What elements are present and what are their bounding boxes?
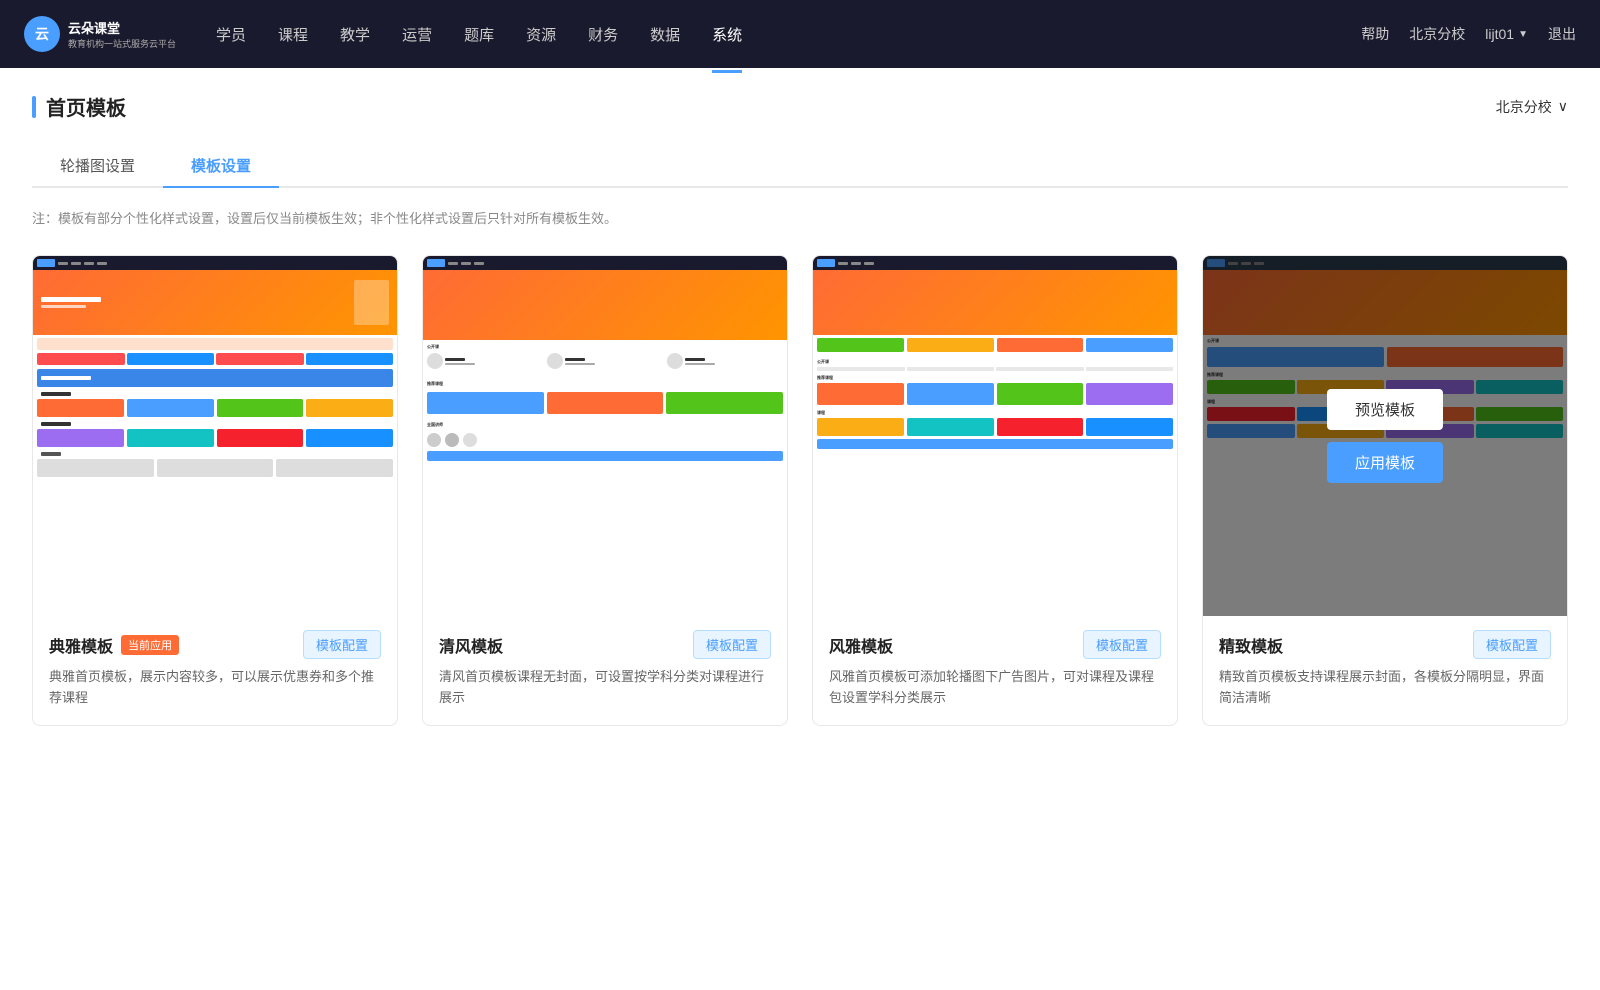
template-desc-2: 清风首页模板课程无封面，可设置按学科分类对课程进行展示	[439, 667, 771, 709]
navbar: 云 云朵课堂 教育机构一站式服务云平台 学员 课程 教学 运营 题库 资源 财务…	[0, 0, 1600, 68]
page-content: 首页模板 北京分校 ∨ 轮播图设置 模板设置 注：模板有部分个性化样式设置，设置…	[0, 68, 1600, 990]
nav-item-system[interactable]: 系统	[712, 20, 742, 49]
user-button[interactable]: lijt01 ▼	[1485, 26, 1528, 42]
template-info-4: 精致模板 模板配置 精致首页模板支持课程展示封面，各模板分隔明显，界面简洁清晰	[1203, 616, 1567, 725]
template-name-row-1: 典雅模板 当前应用 模板配置	[49, 630, 381, 659]
help-link[interactable]: 帮助	[1361, 24, 1389, 44]
template-name-row-4: 精致模板 模板配置	[1219, 630, 1551, 659]
tabs-container: 轮播图设置 模板设置	[32, 145, 1568, 188]
template-name-row-2: 清风模板 模板配置	[439, 630, 771, 659]
nav-item-students[interactable]: 学员	[216, 20, 246, 49]
branch-link[interactable]: 北京分校	[1409, 24, 1465, 44]
navbar-right: 帮助 北京分校 lijt01 ▼ 退出	[1361, 24, 1576, 44]
branch-selector-text: 北京分校	[1496, 97, 1552, 117]
page-header: 首页模板 北京分校 ∨	[32, 92, 1568, 121]
chevron-down-icon: ∨	[1558, 98, 1568, 115]
branch-selector[interactable]: 北京分校 ∨	[1496, 97, 1568, 117]
page-title: 首页模板	[46, 92, 126, 121]
template-card-1: 典雅模板 当前应用 模板配置 典雅首页模板，展示内容较多，可以展示优惠券和多个推…	[32, 255, 398, 726]
logo-icon: 云	[24, 16, 60, 52]
tab-template[interactable]: 模板设置	[163, 145, 279, 188]
note-text: 注：模板有部分个性化样式设置，设置后仅当前模板生效；非个性化样式设置后只针对所有…	[32, 208, 1568, 227]
username: lijt01	[1485, 26, 1514, 42]
template-info-2: 清风模板 模板配置 清风首页模板课程无封面，可设置按学科分类对课程进行展示	[423, 616, 787, 725]
config-button-4[interactable]: 模板配置	[1473, 630, 1551, 659]
template-card-4: 公开课 推荐课程 课程	[1202, 255, 1568, 726]
template-preview-2: 公开课	[423, 256, 787, 616]
logo-sub-text: 教育机构一站式服务云平台	[68, 37, 176, 50]
template-preview-1	[33, 256, 397, 616]
template-preview-4: 公开课 推荐课程 课程	[1203, 256, 1567, 616]
template-info-1: 典雅模板 当前应用 模板配置 典雅首页模板，展示内容较多，可以展示优惠券和多个推…	[33, 616, 397, 725]
overlay-buttons-4: 预览模板 应用模板	[1327, 389, 1443, 483]
apply-button-4[interactable]: 应用模板	[1327, 442, 1443, 483]
template-desc-4: 精致首页模板支持课程展示封面，各模板分隔明显，界面简洁清晰	[1219, 667, 1551, 709]
nav-item-questions[interactable]: 题库	[464, 20, 494, 49]
nav-item-finance[interactable]: 财务	[588, 20, 618, 49]
template-card-2: 公开课	[422, 255, 788, 726]
tab-carousel[interactable]: 轮播图设置	[32, 145, 163, 188]
template-name-3: 风雅模板	[829, 633, 893, 657]
preview-button-4[interactable]: 预览模板	[1327, 389, 1443, 430]
page-title-wrap: 首页模板	[32, 92, 126, 121]
config-button-1[interactable]: 模板配置	[303, 630, 381, 659]
nav-item-operations[interactable]: 运营	[402, 20, 432, 49]
config-button-3[interactable]: 模板配置	[1083, 630, 1161, 659]
badge-current-1: 当前应用	[121, 635, 179, 655]
template-desc-1: 典雅首页模板，展示内容较多，可以展示优惠券和多个推荐课程	[49, 667, 381, 709]
templates-grid: 典雅模板 当前应用 模板配置 典雅首页模板，展示内容较多，可以展示优惠券和多个推…	[32, 255, 1568, 726]
template-preview-3: 公开课 推荐课程 课程	[813, 256, 1177, 616]
template-name-1: 典雅模板	[49, 633, 113, 657]
template-name-2: 清风模板	[439, 633, 503, 657]
chevron-down-icon: ▼	[1518, 29, 1528, 40]
template-info-3: 风雅模板 模板配置 风雅首页模板可添加轮播图下广告图片，可对课程及课程包设置学科…	[813, 616, 1177, 725]
template-desc-3: 风雅首页模板可添加轮播图下广告图片，可对课程及课程包设置学科分类展示	[829, 667, 1161, 709]
logo[interactable]: 云 云朵课堂 教育机构一站式服务云平台	[24, 16, 176, 52]
nav-menu: 学员 课程 教学 运营 题库 资源 财务 数据 系统	[216, 20, 1361, 49]
nav-item-resources[interactable]: 资源	[526, 20, 556, 49]
template-name-4: 精致模板	[1219, 633, 1283, 657]
nav-item-data[interactable]: 数据	[650, 20, 680, 49]
nav-item-courses[interactable]: 课程	[278, 20, 308, 49]
nav-item-teaching[interactable]: 教学	[340, 20, 370, 49]
config-button-2[interactable]: 模板配置	[693, 630, 771, 659]
logo-main-text: 云朵课堂	[68, 18, 176, 37]
page-title-bar	[32, 96, 36, 118]
template-card-3: 公开课 推荐课程 课程	[812, 255, 1178, 726]
template-name-row-3: 风雅模板 模板配置	[829, 630, 1161, 659]
logout-link[interactable]: 退出	[1548, 24, 1576, 44]
